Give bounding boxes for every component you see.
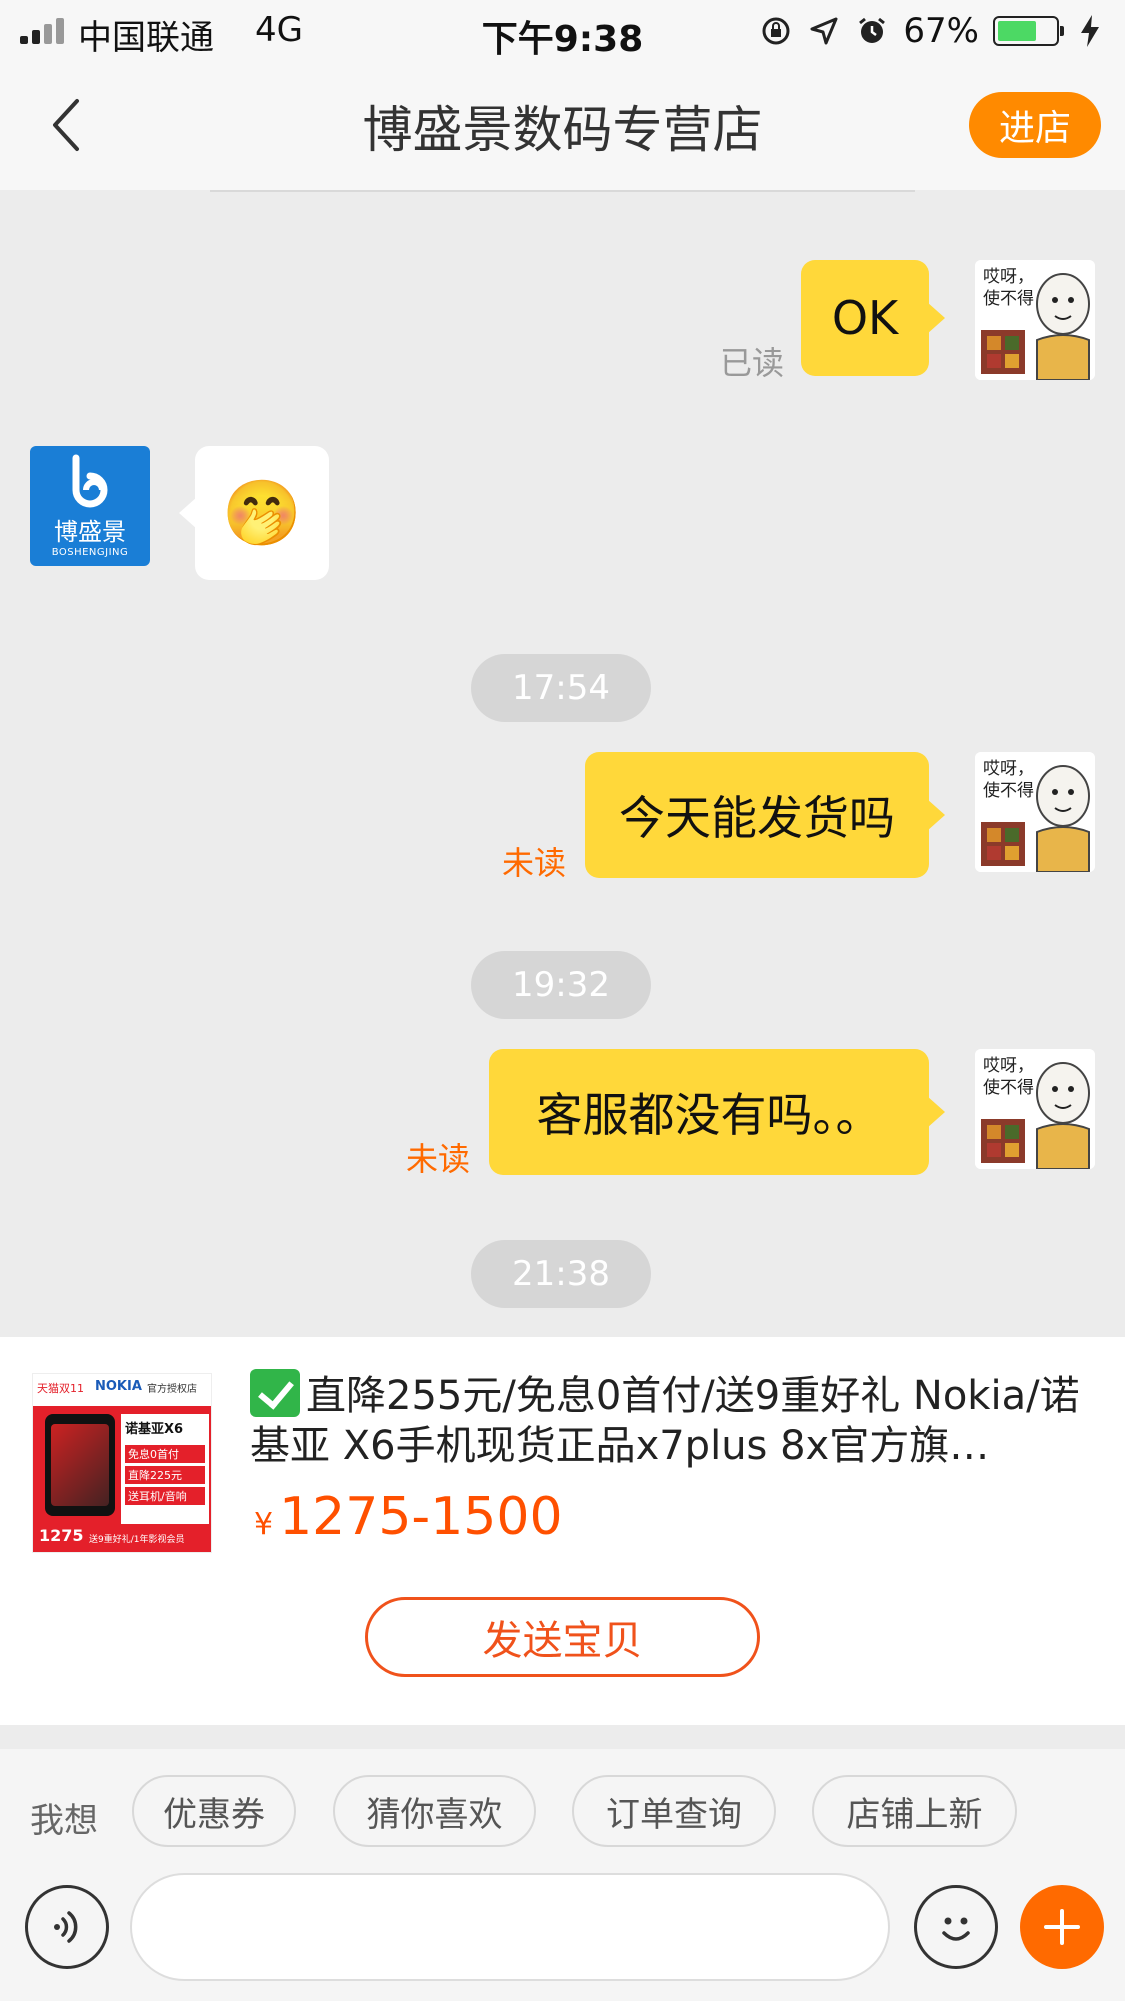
rotation-lock-icon [759,14,793,48]
thumb-price: 1275 [39,1526,84,1545]
quick-chip-coupon[interactable]: 优惠券 [132,1775,296,1847]
meme-avatar-text: 哎呀，使不得 [983,267,1034,309]
voice-button[interactable] [25,1885,109,1969]
product-price: ¥1275-1500 [254,1487,563,1547]
quick-label: 我想 [30,1801,98,1841]
price-value: 1275-1500 [279,1487,563,1547]
thumb-model: 诺基亚X6 [125,1422,184,1437]
quick-chip-new-arrivals[interactable]: 店铺上新 [812,1775,1017,1847]
voice-icon [54,1911,78,1943]
status-icons: 67% [759,10,1107,52]
battery-percent: 67% [903,11,979,51]
read-status: 已读 [720,344,785,382]
thumb-feature: 直降225元 [125,1466,205,1484]
quick-bar: 我想 优惠券 猜你喜欢 订单查询 店铺上新 [0,1749,1125,2001]
message-bubble-outgoing[interactable]: 客服都没有吗。。 [489,1049,945,1175]
emoji-icon [942,1917,970,1941]
shop-logo-subtext: BOSHENGJING [51,547,129,558]
product-card[interactable]: 天猫双11 NOKIA 官方授权店 诺基亚X6 免息0首付 直降225元 送耳机… [0,1337,1125,1725]
user-avatar[interactable]: 哎呀，使不得 [975,260,1095,380]
thumb-feature: 送耳机/音响 [125,1487,205,1505]
currency-symbol: ¥ [254,1507,274,1542]
thumb-header: 天猫双11 NOKIA 官方授权店 [33,1374,211,1406]
battery-icon [993,16,1064,46]
thumb-feature: 免息0首付 [125,1445,205,1463]
unread-status: 未读 [406,1140,471,1178]
plus-icon [1044,1909,1080,1945]
enter-shop-button[interactable]: 进店 [969,92,1101,158]
thumb-bottom-text: 送9重好礼/1年影视会员 [89,1535,185,1545]
quick-chip-order-query[interactable]: 订单查询 [572,1775,776,1847]
user-avatar[interactable]: 哎呀，使不得 [975,1049,1095,1169]
meme-avatar-text: 哎呀，使不得 [983,1056,1034,1098]
location-icon [807,14,841,48]
product-title[interactable]: 直降255元/免息0首付/送9重好礼 Nokia/诺基亚 X6手机现货正品x7p… [250,1369,1090,1469]
thumb-info: 诺基亚X6 免息0首付 直降225元 送耳机/音响 [121,1414,209,1524]
charging-icon [1073,14,1107,48]
meme-avatar-text: 哎呀，使不得 [983,759,1034,801]
unread-status: 未读 [502,844,567,882]
chat-area[interactable]: 已读 OK 哎呀，使不得 博盛景 BOSHENGJING 🤭 17:54 未读 … [0,192,1125,1337]
thumb-store: 官方授权店 [147,1384,197,1395]
shop-logo-icon [72,454,108,508]
send-product-button[interactable]: 发送宝贝 [365,1597,760,1677]
user-avatar[interactable]: 哎呀，使不得 [975,752,1095,872]
message-input[interactable] [130,1873,890,1981]
message-bubble-outgoing[interactable]: 今天能发货吗 [585,752,945,878]
more-button[interactable] [1020,1885,1104,1969]
thumb-brand: NOKIA [95,1379,142,1394]
timestamp-pill: 17:54 [471,654,651,722]
shop-logo-text: 博盛景 [54,518,126,546]
timestamp-pill: 19:32 [471,951,651,1019]
check-mark-icon [250,1369,300,1417]
message-bubble-outgoing[interactable]: OK [801,260,945,376]
product-thumbnail[interactable]: 天猫双11 NOKIA 官方授权店 诺基亚X6 免息0首付 直降225元 送耳机… [32,1373,212,1553]
message-bubble-incoming[interactable]: 🤭 [179,446,329,580]
page-title: 博盛景数码专营店 [362,101,763,159]
emoji-button[interactable] [914,1885,998,1969]
nav-bar: 博盛景数码专营店 进店 [0,60,1125,190]
shop-avatar[interactable]: 博盛景 BOSHENGJING [30,446,150,566]
quick-chip-recommend[interactable]: 猜你喜欢 [333,1775,536,1847]
thumb-badge: 天猫双11 [37,1382,84,1395]
status-bar: 中国联通 4G 下午9:38 67% [0,0,1125,60]
alarm-icon [855,14,889,48]
phone-image [45,1414,115,1516]
timestamp-pill: 21:38 [471,1240,651,1308]
emoji-blush-icon: 🤭 [222,476,302,551]
product-title-text: 直降255元/免息0首付/送9重好礼 Nokia/诺基亚 X6手机现货正品x7p… [250,1373,1080,1469]
